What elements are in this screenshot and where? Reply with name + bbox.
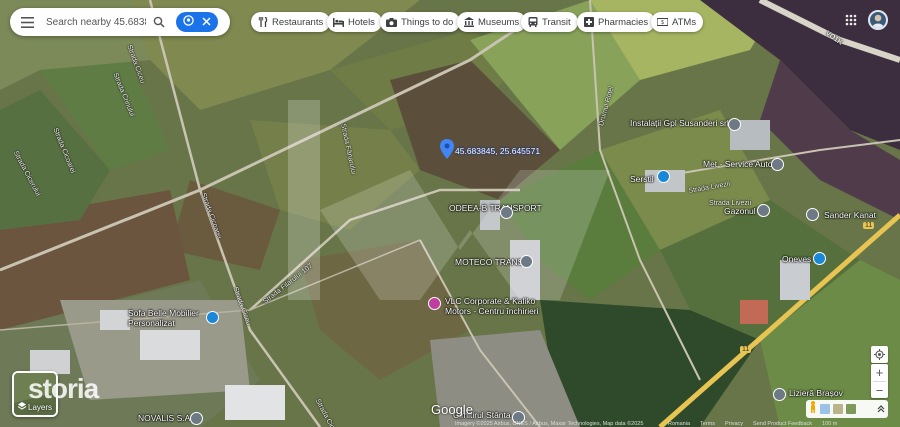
menu-icon[interactable] bbox=[18, 13, 36, 31]
place-pin-icon[interactable] bbox=[657, 170, 670, 183]
chip-transit[interactable]: Transit bbox=[521, 12, 578, 32]
place-pin-icon[interactable] bbox=[520, 255, 533, 268]
attribution-bar: Imagery ©2025 Airbus, CNES / Airbus, Max… bbox=[455, 420, 643, 427]
dropped-pin-icon[interactable] bbox=[440, 139, 454, 164]
chip-label: Restaurants bbox=[272, 16, 324, 28]
imagery-strip[interactable] bbox=[806, 400, 888, 418]
pharmacy-icon bbox=[583, 17, 594, 28]
fork-knife-icon bbox=[257, 17, 268, 28]
footer-link[interactable]: Terms bbox=[700, 421, 715, 427]
search-input[interactable]: Search nearby 45.683845, bbox=[46, 17, 146, 28]
chip-label: Things to do bbox=[401, 16, 454, 28]
place-label[interactable]: Sander Kanat bbox=[824, 210, 876, 221]
chip-label: ATMs bbox=[672, 16, 697, 28]
chip-label: Pharmacies bbox=[598, 16, 649, 28]
chip-things-to-do[interactable]: Things to do bbox=[380, 12, 461, 32]
place-label[interactable]: Sofa Belle Mobilier Personalizat bbox=[128, 308, 208, 329]
chip-atms[interactable]: $ ATMs bbox=[651, 12, 704, 32]
place-pin-icon[interactable] bbox=[728, 118, 741, 131]
imagery-attribution: Imagery ©2025 Airbus, CNES / Airbus, Max… bbox=[455, 420, 644, 427]
place-pin-icon[interactable] bbox=[757, 204, 770, 217]
place-label[interactable]: Gazonul bbox=[724, 206, 756, 217]
chip-hotels[interactable]: Hotels bbox=[327, 12, 382, 32]
chip-label: Museums bbox=[478, 16, 520, 28]
chip-museums[interactable]: Museums bbox=[457, 12, 527, 32]
road-shield-label: 11 bbox=[740, 346, 752, 353]
place-pin-icon[interactable] bbox=[771, 158, 784, 171]
imagery-thumbnail[interactable] bbox=[820, 404, 830, 414]
dropped-pin-coordinates: 45.683845, 25.645571 bbox=[455, 146, 541, 156]
chip-pharmacies[interactable]: Pharmacies bbox=[577, 12, 656, 32]
imagery-thumbnail[interactable] bbox=[833, 404, 843, 414]
search-icon[interactable] bbox=[150, 13, 168, 31]
footer-link[interactable]: Privacy bbox=[725, 421, 743, 427]
chip-label: Transit bbox=[542, 16, 571, 28]
zoom-out-button[interactable]: − bbox=[871, 382, 888, 399]
google-logo: Google bbox=[431, 402, 473, 417]
expand-icon[interactable] bbox=[877, 400, 885, 418]
avatar[interactable] bbox=[868, 10, 888, 30]
place-label[interactable]: NOVALIS S.A. bbox=[138, 413, 193, 424]
place-pin-icon[interactable] bbox=[813, 252, 826, 265]
place-pin-icon[interactable] bbox=[190, 412, 203, 425]
bed-icon bbox=[333, 17, 344, 28]
zoom-in-button[interactable]: + bbox=[871, 364, 888, 381]
my-location-button[interactable] bbox=[871, 346, 888, 363]
footer-link[interactable]: Romania bbox=[668, 421, 690, 427]
footer-link[interactable]: Send Product Feedback bbox=[753, 421, 812, 427]
svg-text:$: $ bbox=[661, 20, 664, 26]
place-label[interactable]: MOTECO TRANS bbox=[455, 257, 523, 268]
pegman-icon[interactable] bbox=[809, 400, 817, 418]
layers-icon bbox=[17, 402, 27, 412]
imagery-thumbnail[interactable] bbox=[846, 404, 856, 414]
atm-icon: $ bbox=[657, 17, 668, 28]
footer-links: Romania Terms Privacy Send Product Feedb… bbox=[668, 420, 837, 427]
directions-icon[interactable] bbox=[183, 13, 194, 31]
apps-grid-icon[interactable] bbox=[845, 13, 857, 26]
street-label: Strada Livezii bbox=[709, 200, 752, 207]
bus-icon bbox=[527, 17, 538, 28]
place-label[interactable]: Oneves bbox=[782, 254, 811, 265]
place-pin-icon[interactable] bbox=[806, 208, 819, 221]
place-pin-icon[interactable] bbox=[500, 206, 513, 219]
place-label[interactable]: Met - Service Auto bbox=[703, 159, 772, 170]
museum-icon bbox=[463, 17, 474, 28]
place-label[interactable]: Serstil bbox=[630, 174, 654, 185]
close-icon[interactable] bbox=[202, 13, 211, 31]
zoom-controls: + − bbox=[871, 364, 888, 398]
search-box[interactable]: Search nearby 45.683845, bbox=[10, 8, 230, 36]
road-shield-label: 11 bbox=[863, 222, 875, 229]
scale-label[interactable]: 100 m bbox=[822, 421, 837, 427]
place-label[interactable]: Lizieră Brașov bbox=[789, 388, 843, 399]
place-label[interactable]: VLC Corporate & Kaliko Motors - Centru î… bbox=[445, 296, 555, 317]
chip-restaurants[interactable]: Restaurants bbox=[251, 12, 331, 32]
chip-label: Hotels bbox=[348, 16, 375, 28]
place-pin-icon[interactable] bbox=[773, 388, 786, 401]
place-pin-icon[interactable] bbox=[428, 297, 441, 310]
place-pin-icon[interactable] bbox=[206, 311, 219, 324]
brand-watermark: storia bbox=[28, 373, 99, 404]
place-label[interactable]: ODEEA-B TRANSPORT bbox=[449, 203, 542, 214]
directions-group bbox=[176, 12, 218, 32]
place-label[interactable]: Instalații Gpl Susanderi srl bbox=[630, 118, 729, 129]
camera-icon bbox=[386, 17, 397, 28]
